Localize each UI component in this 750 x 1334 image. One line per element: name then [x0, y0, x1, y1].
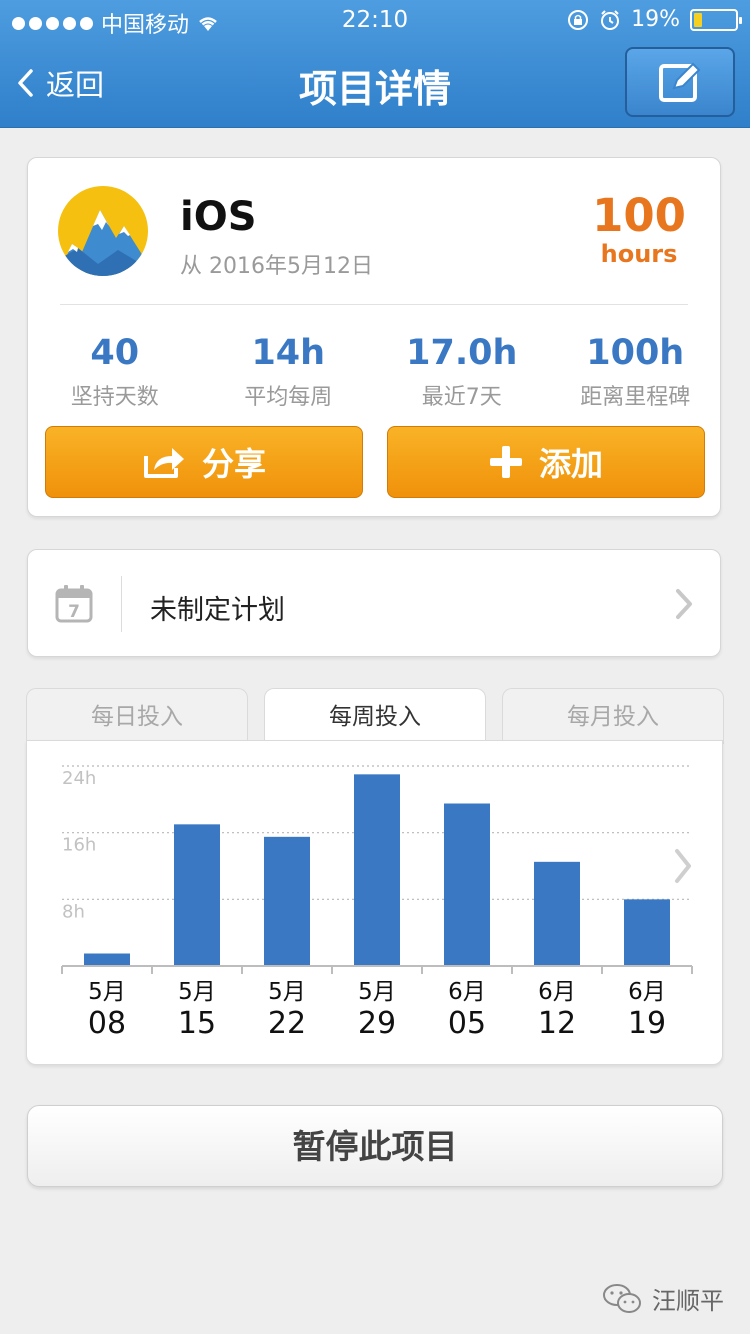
mountain-icon: [58, 186, 148, 276]
stat-label: 平均每周: [244, 385, 333, 410]
x-tick-label-day: 15: [178, 1006, 216, 1041]
chevron-right-icon[interactable]: [675, 849, 691, 883]
bar-chart: 8h16h24h5月085月155月225月296月056月126月19: [61, 765, 693, 1041]
calendar-day: 7: [68, 602, 80, 622]
status-right: 19%: [567, 7, 742, 32]
x-tick-label-month: 6月: [538, 979, 576, 1005]
plus-icon: [489, 446, 522, 478]
x-tick-label-month: 5月: [268, 979, 306, 1005]
wechat-icon: [603, 1283, 641, 1313]
stat-label: 最近7天: [421, 385, 502, 410]
nav-header: 中国移动 22:10 19% 返回 项目详情: [0, 0, 750, 128]
x-tick-label-month: 5月: [178, 979, 216, 1005]
total-hours-value: 100: [592, 189, 686, 242]
stats-row: 40 坚持天数 14h 平均每周 17.0h 最近7天 100h 距离里程碑: [28, 333, 722, 411]
bar: [354, 774, 400, 966]
x-tick-label-month: 5月: [88, 979, 126, 1005]
total-hours-unit: hours: [600, 240, 678, 268]
battery-percent: 19%: [631, 7, 680, 32]
bar: [534, 861, 580, 966]
edit-button[interactable]: [625, 47, 735, 117]
battery-icon: [690, 8, 742, 31]
x-tick-label-month: 6月: [628, 979, 666, 1005]
project-name: iOS: [180, 194, 257, 240]
plan-label: 未制定计划: [150, 595, 285, 626]
watermark-label: 汪顺平: [652, 1287, 724, 1315]
x-tick-label-day: 08: [88, 1006, 126, 1041]
x-tick-label-month: 6月: [448, 979, 486, 1005]
x-tick-label-day: 12: [538, 1006, 576, 1041]
bar: [174, 824, 220, 966]
total-hours: 100 hours: [592, 189, 686, 269]
stat-streak-days: 40 坚持天数: [28, 333, 202, 411]
x-tick-label-day: 05: [448, 1006, 486, 1041]
x-tick-label-month: 5月: [358, 979, 396, 1005]
add-button[interactable]: 添加: [387, 426, 705, 498]
divider: [60, 304, 688, 305]
calendar-icon: 7: [55, 585, 93, 623]
add-label: 添加: [538, 445, 603, 483]
tab-daily[interactable]: 每日投入: [26, 688, 248, 744]
battery-fill: [694, 12, 702, 27]
project-start-date: 从 2016年5月12日: [180, 254, 373, 279]
bar: [444, 803, 490, 966]
stat-label: 坚持天数: [70, 385, 159, 410]
weekly-chart: 8h 16h 24h 5月 08 5月 15 5月 22 5月 29 6月 05 6月 12 6月 19: [26, 740, 723, 1065]
share-icon: [143, 448, 184, 478]
y-tick-label: 24h: [62, 768, 96, 789]
stat-weekly-average: 14h 平均每周: [202, 333, 376, 411]
stat-label: 距离里程碑: [580, 385, 691, 410]
watermark: 汪顺平: [602, 1281, 724, 1316]
x-tick-label-day: 19: [628, 1006, 666, 1041]
status-bar: 中国移动 22:10 19%: [0, 0, 750, 40]
y-tick-label: 8h: [62, 901, 85, 922]
alarm-icon: [601, 9, 620, 30]
x-tick-label-day: 29: [358, 1006, 396, 1041]
y-tick-label: 16h: [62, 835, 96, 856]
edit-icon: [659, 62, 701, 102]
bar: [624, 899, 670, 966]
bar: [84, 953, 130, 966]
separator: [121, 576, 122, 632]
bar: [264, 836, 310, 966]
stat-value: 14h: [251, 333, 326, 373]
pause-project-button[interactable]: 暂停此项目: [27, 1105, 723, 1187]
stat-value: 17.0h: [406, 333, 518, 373]
x-tick-label-day: 22: [268, 1006, 306, 1041]
rotation-lock-icon: [568, 9, 589, 30]
stat-to-milestone: 100h 距离里程碑: [549, 333, 723, 411]
tab-weekly[interactable]: 每周投入: [264, 688, 486, 744]
share-label: 分享: [201, 445, 266, 483]
stat-value: 40: [90, 333, 140, 373]
stat-value: 100h: [586, 333, 685, 373]
tab-monthly[interactable]: 每月投入: [502, 688, 724, 744]
project-card: iOS 从 2016年5月12日 100 hours 40 坚持天数 14h 平…: [27, 157, 721, 517]
chevron-right-icon: [676, 589, 692, 619]
share-button[interactable]: 分享: [45, 426, 363, 498]
stat-last-7-days: 17.0h 最近7天: [375, 333, 549, 411]
plan-row[interactable]: 7 未制定计划: [27, 549, 721, 657]
